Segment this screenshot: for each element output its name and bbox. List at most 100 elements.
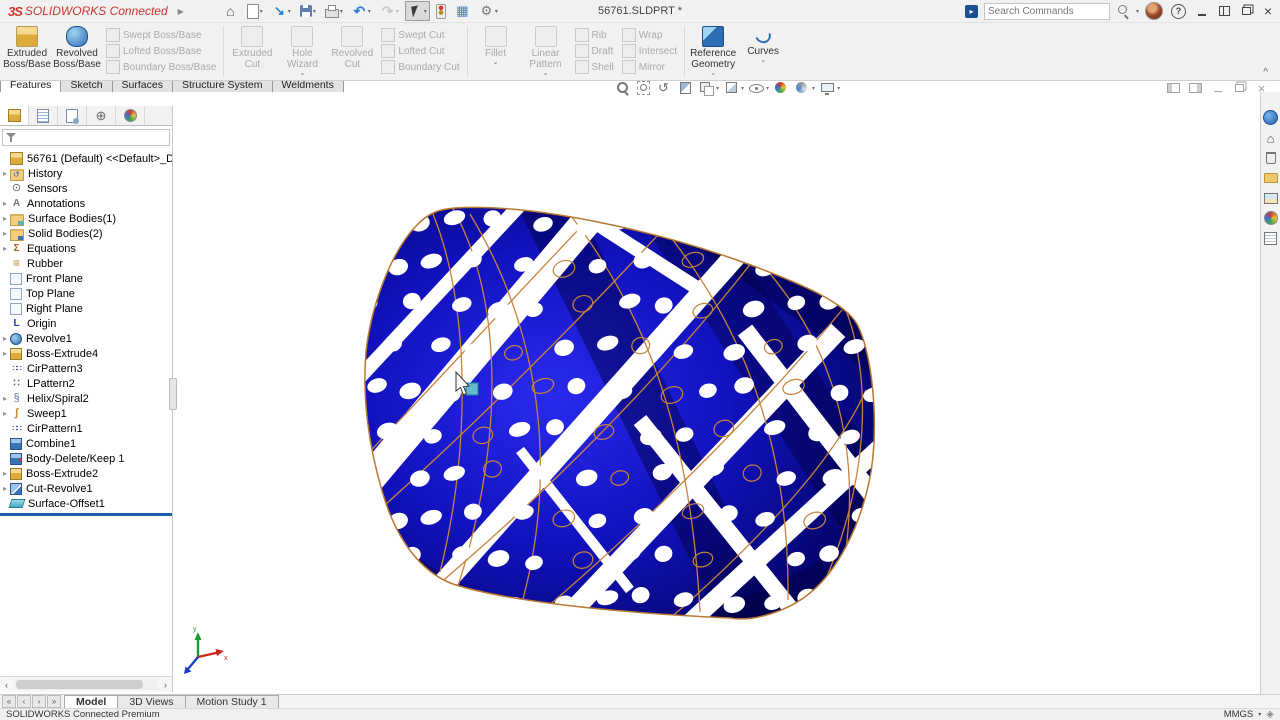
restore-button[interactable] [1238,3,1254,19]
search-dropdown-caret-icon[interactable] [1136,8,1139,15]
swept-boss-base-button[interactable]: Swept Boss/Base [106,28,216,43]
fillet-button[interactable]: Fillet [471,23,521,79]
rib-button[interactable]: Rib [575,28,614,43]
shell-button[interactable]: Shell [575,60,614,75]
units-caret-icon[interactable] [1258,711,1261,718]
dropdown-caret-icon[interactable] [543,71,549,77]
help-button[interactable] [1171,4,1186,19]
tree-item-helix-spiral2[interactable]: Helix/Spiral2 [0,391,172,406]
search-icon[interactable] [1116,4,1130,18]
custom-properties-icon[interactable] [1264,231,1278,245]
edit-appearance-button[interactable] [771,79,792,97]
tree-item-surface-bodies-1[interactable]: Surface Bodies(1) [0,211,172,226]
dropdown-caret-icon[interactable] [299,71,305,77]
swept-cut-button[interactable]: Swept Cut [381,28,459,43]
rollback-bar[interactable] [0,513,172,516]
tree-item-revolve1[interactable]: Revolve1 [0,331,172,346]
document-pane-right-button[interactable] [1189,82,1202,94]
design-library-icon[interactable] [1264,191,1278,205]
expand-arrow-icon[interactable] [0,349,10,358]
document-minimize-button[interactable] [1211,82,1224,94]
intersect-button[interactable]: Intersect [622,44,677,59]
home-icon[interactable] [1264,131,1278,145]
dropdown-caret-icon[interactable] [760,58,766,64]
expand-arrow-icon[interactable] [0,229,10,238]
revolved-boss-base-button[interactable]: Revolved Boss/Base [52,23,102,79]
view-orientation-button[interactable] [696,79,721,97]
dropdown-caret-icon[interactable] [766,85,769,92]
hide-show-items-button[interactable] [746,79,771,97]
lofted-cut-button[interactable]: Lofted Cut [381,44,459,59]
tree-item-boss-extrude2[interactable]: Boss-Extrude2 [0,466,172,481]
expand-arrow-icon[interactable] [0,169,10,178]
tree-item-cirpattern1[interactable]: CirPattern1 [0,421,172,436]
maximize-button[interactable] [1216,3,1232,19]
expand-arrow-icon[interactable] [0,484,10,493]
print-button[interactable] [322,1,346,21]
tree-item-sweep1[interactable]: Sweep1 [0,406,172,421]
zoom-to-fit-button[interactable] [612,79,633,97]
extruded-cut-button[interactable]: Extruded Cut [227,23,277,79]
grid-panels-button[interactable] [452,1,473,21]
expand-arrow-icon[interactable] [0,394,10,403]
document-pane-left-button[interactable] [1167,82,1180,94]
dropdown-caret-icon[interactable] [260,8,263,15]
tree-item-combine1[interactable]: Combine1 [0,436,172,451]
dropdown-caret-icon[interactable] [288,8,291,15]
tree-item-body-delete-keep-1[interactable]: Body-Delete/Keep 1 [0,451,172,466]
dropdown-caret-icon[interactable] [424,8,427,15]
appearances-icon[interactable] [1264,211,1278,225]
tab-configuration-manager[interactable] [58,106,87,125]
boundary-cut-button[interactable]: Boundary Cut [381,60,459,75]
expand-arrow-icon[interactable] [0,409,10,418]
dropdown-caret-icon[interactable] [340,8,343,15]
collapse-ribbon-icon[interactable] [1263,67,1268,78]
scroll-track[interactable] [14,679,158,690]
dropdown-caret-icon[interactable] [716,85,719,92]
expand-arrow-icon[interactable] [0,334,10,343]
tab-dimxpert-manager[interactable] [87,106,116,125]
trash-icon[interactable] [1264,151,1278,165]
minimize-button[interactable] [1194,3,1210,19]
new-document-button[interactable] [244,1,266,21]
previous-view-button[interactable] [654,79,675,97]
menu-flyout-icon[interactable] [178,7,184,16]
curves-button[interactable]: Curves [738,23,788,79]
tree-item-cirpattern3[interactable]: CirPattern3 [0,361,172,376]
close-button[interactable] [1260,3,1276,19]
tab-part-tree[interactable] [0,106,29,125]
open-button[interactable] [269,1,294,21]
section-view-button[interactable] [675,79,696,97]
redo-button[interactable] [377,1,402,21]
tab-motion-study-1[interactable]: Motion Study 1 [185,695,279,709]
reference-geometry-button[interactable]: Reference Geometry [688,23,738,79]
display-style-button[interactable] [721,79,746,97]
tab-property-manager[interactable] [29,106,58,125]
scroll-left-icon[interactable]: ‹ [0,680,13,690]
wrap-button[interactable]: Wrap [622,28,677,43]
dropdown-caret-icon[interactable] [368,8,371,15]
dropdown-caret-icon[interactable] [313,8,316,15]
extruded-boss-base-button[interactable]: Extruded Boss/Base [2,23,52,79]
mirror-button[interactable]: Mirror [622,60,677,75]
tree-item-annotations[interactable]: Annotations [0,196,172,211]
tree-horizontal-scrollbar[interactable]: ‹ › [0,676,172,692]
tab-nav-button[interactable]: « [2,695,16,708]
undo-button[interactable] [349,1,374,21]
tree-item-front-plane[interactable]: Front Plane [0,271,172,286]
tree-item-history[interactable]: History [0,166,172,181]
linear-pattern-button[interactable]: Linear Pattern [521,23,571,79]
3dexperience-icon[interactable] [1263,110,1278,125]
save-button[interactable] [297,1,319,21]
tab-nav-button[interactable]: » [47,695,61,708]
expand-arrow-icon[interactable] [0,214,10,223]
tree-item-surface-offset1[interactable]: Surface-Offset1 [0,496,172,511]
boundary-boss-base-button[interactable]: Boundary Boss/Base [106,60,216,75]
tab-3d-views[interactable]: 3D Views [117,695,185,709]
model-3d[interactable] [300,190,900,700]
search-commands-input[interactable] [984,3,1110,20]
stoplight-button[interactable] [433,1,449,21]
draft-button[interactable]: Draft [575,44,614,59]
dropdown-caret-icon[interactable] [493,60,499,66]
select-cursor-button[interactable] [405,1,430,21]
